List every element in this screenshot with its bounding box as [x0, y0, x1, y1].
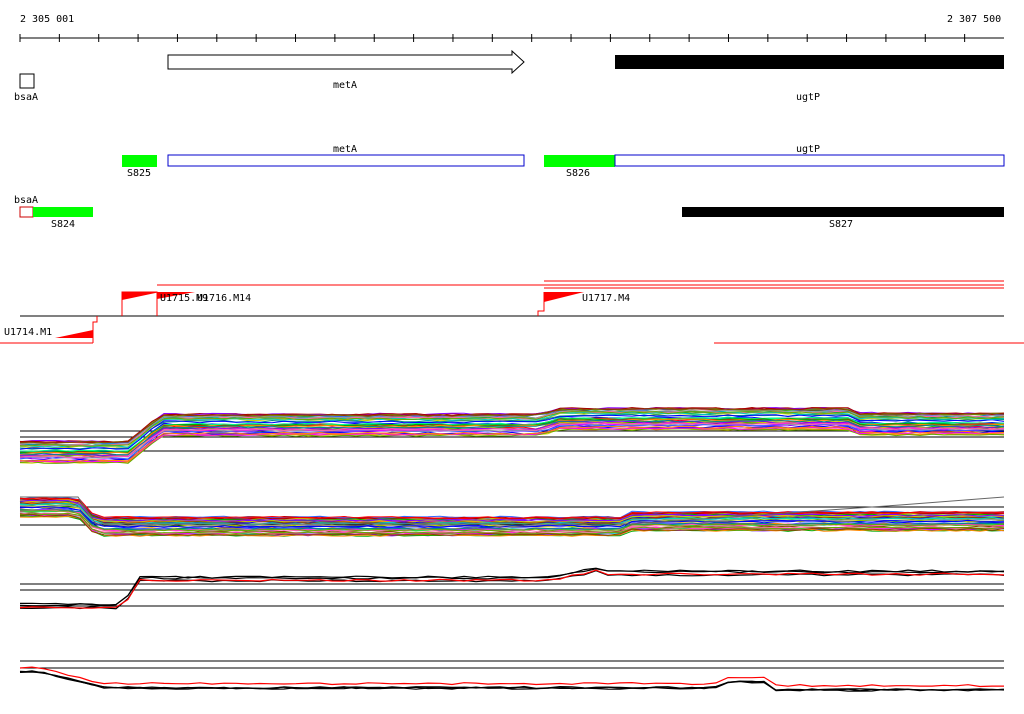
upshift-label-U1716: U1716.M14 — [197, 293, 252, 304]
segment-S827[interactable] — [682, 207, 1004, 217]
gene-track — [19, 49, 1004, 89]
segment-S824[interactable] — [33, 207, 93, 217]
genome-browser-view — [0, 34, 1024, 692]
ugtP-gene-bar[interactable] — [615, 55, 1004, 69]
upshift-label-U1714: U1714.M1 — [4, 327, 53, 338]
segment-S826[interactable] — [544, 155, 615, 167]
gene-label-bsaA: bsaA — [14, 92, 39, 103]
coordinate-ruler — [19, 34, 1004, 42]
upshift-track — [0, 280, 1024, 344]
upshift-U1714-marker[interactable] — [55, 330, 93, 338]
segment-label-S827: S827 — [829, 219, 854, 230]
segment-label-S825: S825 — [127, 168, 152, 179]
bsaA-gene-box[interactable] — [19, 73, 35, 89]
ruler-start-coordinate: 2 305 001 — [20, 14, 75, 25]
segment-label-S824: S824 — [51, 219, 76, 230]
bsaA-outline[interactable] — [19, 206, 34, 218]
gene-label-metA: metA — [333, 80, 358, 91]
ruler-end-coordinate: 2 307 500 — [947, 14, 1002, 25]
segment-track — [19, 154, 1005, 218]
gene-label-ugtP: ugtP — [796, 92, 821, 103]
ugtP-outline[interactable] — [614, 154, 1005, 167]
upshift-U1717-marker[interactable] — [544, 292, 584, 302]
segment-label-bsaA: bsaA — [14, 195, 39, 206]
upshift-U1715-marker[interactable] — [122, 292, 160, 300]
segment-S825[interactable] — [122, 155, 157, 167]
segment-label-S826: S826 — [566, 168, 591, 179]
upshift-label-U1717: U1717.M4 — [582, 293, 631, 304]
segment-label-metA: metA — [333, 144, 358, 155]
segment-label-ugtP: ugtP — [796, 144, 821, 155]
metA-outline[interactable] — [167, 154, 525, 167]
expression-profiles — [19, 406, 1005, 692]
metA-gene-arrow[interactable] — [167, 49, 525, 75]
